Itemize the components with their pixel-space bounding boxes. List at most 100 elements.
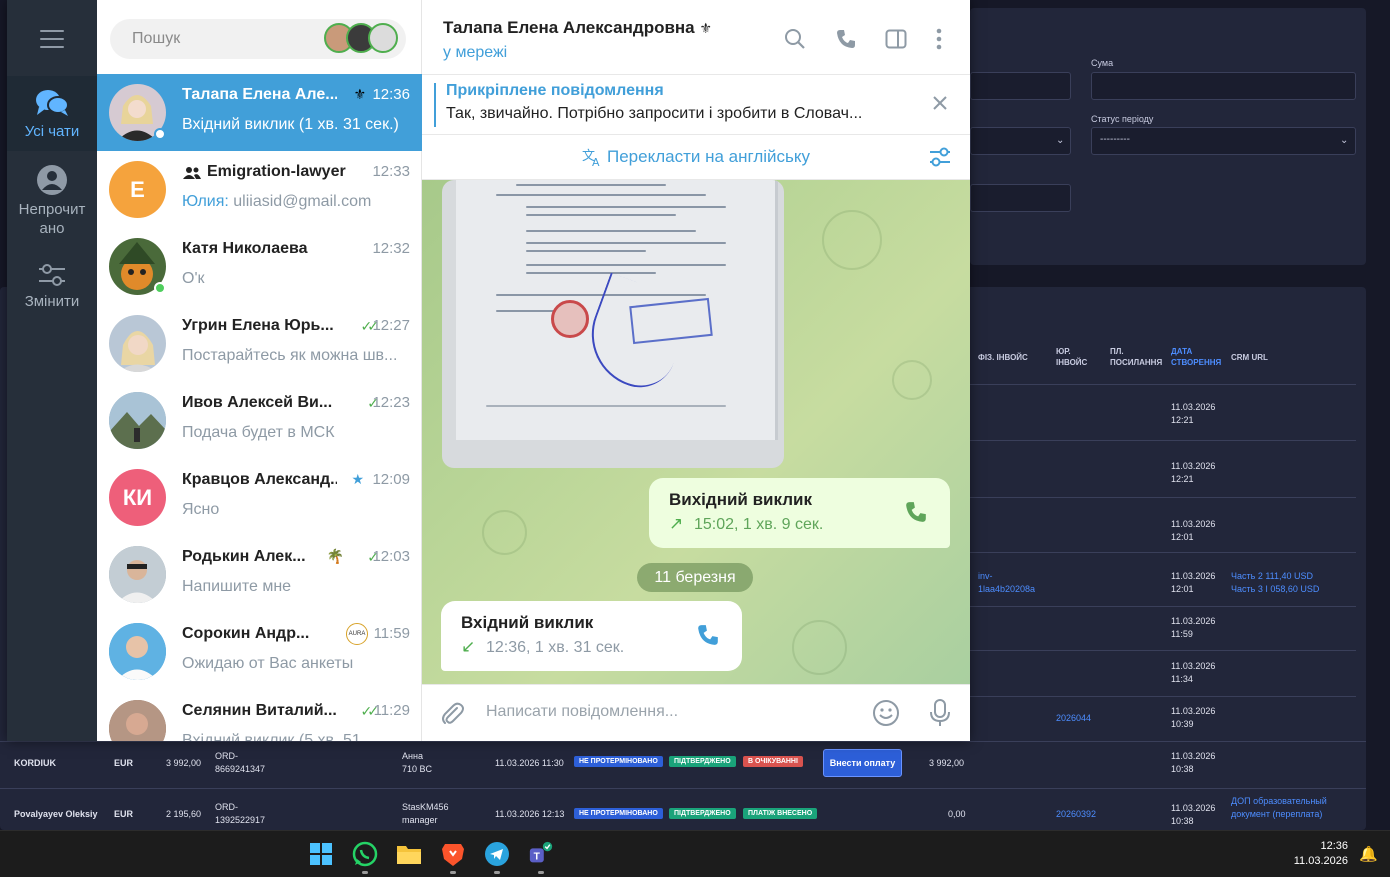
phys-invoice-link[interactable]: inv- 1laa4b20208a (978, 570, 1035, 596)
background-pattern (482, 510, 527, 555)
manager: StasKM456 manager (402, 802, 449, 825)
running-indicator (494, 871, 500, 874)
phone-icon[interactable] (696, 623, 720, 647)
hamburger-menu-icon[interactable] (40, 30, 64, 48)
outgoing-arrow-icon: ↗ (669, 514, 684, 533)
translate-label[interactable]: Перекласти на англійську (607, 147, 810, 167)
chat-item[interactable]: Катя Николаева 12:32 О'к (97, 228, 422, 305)
sum-input[interactable] (1091, 72, 1356, 100)
chat-item[interactable]: Сорокин Андр... AURA 11:59 Ожидаю от Вас… (97, 613, 422, 690)
paid-amount: 3 992,00 (929, 758, 965, 768)
chat-preview: Юлия: uliiasid@gmail.com (182, 193, 372, 210)
outgoing-call-message[interactable]: Вихідний виклик ↗ 15:02, 1 хв. 9 сек. (649, 478, 950, 548)
search-input[interactable]: Пошук (110, 19, 406, 59)
filter-input-1[interactable] (970, 72, 1071, 100)
chat-item[interactable]: КИ Кравцов Александ... ★ 12:09 Ясно (97, 459, 422, 536)
chat-name: Кравцов Александ... (182, 471, 337, 488)
row-divider (0, 788, 1366, 789)
close-icon[interactable] (932, 95, 948, 111)
jur-invoice-link[interactable]: 2026044 (1056, 712, 1091, 725)
chat-preview: Напишите мне (182, 578, 292, 595)
telegram-icon[interactable] (484, 841, 510, 867)
online-indicator (154, 282, 166, 294)
folder-edit[interactable]: Змінити (7, 262, 97, 311)
system-clock[interactable]: 12:36 11.03.2026 (1294, 839, 1348, 869)
stories-avatars[interactable] (324, 23, 400, 55)
jur-invoice-link[interactable]: 20260392 (1056, 808, 1096, 821)
running-indicator (538, 871, 544, 874)
document-image (456, 180, 778, 440)
brave-icon[interactable] (440, 841, 466, 867)
created-date: 11.03.2026 11:59 (1171, 616, 1216, 639)
period-status-select[interactable]: --------- (1091, 127, 1356, 155)
make-payment-button[interactable]: Внести оплату (823, 749, 902, 777)
select-arrow-icon: ⌄ (1340, 135, 1349, 146)
phone-icon[interactable] (904, 500, 928, 524)
chat-time: 12:23 (372, 394, 410, 411)
document-photo-message[interactable] (442, 180, 784, 468)
whatsapp-icon[interactable] (352, 841, 378, 867)
order-datetime: 11.03.2026 11:30 (495, 758, 564, 768)
chat-name: Ивов Алексей Ви... (182, 394, 333, 411)
story-avatar[interactable] (368, 23, 398, 53)
created-date: 11.03.2026 10:39 (1171, 706, 1216, 729)
contact-name[interactable]: Талапа Елена Александровна ⚜ (443, 18, 712, 38)
translate-bar[interactable]: 文A Перекласти на англійську (422, 135, 970, 180)
amount: 3 992,00 (166, 758, 202, 768)
messages-area[interactable]: Вихідний виклик ↗ 15:02, 1 хв. 9 сек. 11… (422, 180, 970, 684)
group-icon (183, 167, 201, 179)
filter-input-2[interactable] (970, 184, 1071, 212)
paid-amount: 0,00 (948, 809, 966, 819)
call-title: Вхідний виклик (461, 613, 594, 632)
translate-settings-icon[interactable] (928, 146, 952, 168)
translate-icon: 文A (582, 149, 600, 167)
col-created-date[interactable]: ДАТА СТВОРЕННЯ (1171, 346, 1223, 368)
teams-icon[interactable]: T (528, 841, 554, 867)
person-photo-icon (109, 546, 166, 603)
palm-tree-icon: 🌴 (326, 548, 344, 564)
windows-start-icon[interactable] (308, 841, 334, 867)
folder-unread[interactable]: Непрочит ано (7, 164, 97, 238)
attach-icon[interactable] (440, 701, 464, 727)
file-explorer-icon[interactable] (396, 841, 422, 867)
read-ticks-icon: ✓✓ (360, 703, 380, 719)
order-datetime: 11.03.2026 12:13 (495, 809, 565, 819)
pinned-message-bar[interactable]: Прикріплене повідомлення Так, звичайно. … (422, 75, 970, 135)
microphone-icon[interactable] (929, 698, 951, 728)
chat-name: Угрин Елена Юрь... (182, 317, 334, 334)
currency: EUR (114, 809, 134, 819)
message-input[interactable]: Написати повідомлення... (486, 703, 678, 721)
pinned-text: Так, звичайно. Потрібно запросити і зроб… (446, 105, 863, 122)
chat-time: 11:29 (373, 702, 410, 719)
chat-time: 12:27 (372, 317, 410, 334)
incoming-call-message[interactable]: Вхідний виклик ↙ 12:36, 1 хв. 31 сек. (441, 601, 742, 671)
crm-parts-link[interactable]: Часть 2 111,40 USD Часть 3 I 058,60 USD (1231, 570, 1319, 596)
chat-item[interactable]: Селянин Виталий... ✓✓ 11:29 Вхідний викл… (97, 690, 422, 741)
notification-bell-icon[interactable]: 🔔 (1359, 845, 1378, 863)
chat-item[interactable]: Талапа Елена Але... ⚜ 12:36 Вхідний викл… (97, 74, 422, 151)
signature (576, 272, 696, 398)
chat-time: 12:09 (372, 471, 410, 488)
svg-text:A: A (592, 156, 600, 167)
call-info: 12:36, 1 хв. 31 сек. (486, 639, 625, 656)
folder-all-chats-label: Усі чати (24, 123, 80, 140)
chat-item[interactable]: Родькин Алек... 🌴 ✓ 12:03 Напишите мне (97, 536, 422, 613)
folder-all-chats[interactable]: Усі чати (7, 76, 97, 151)
emoji-icon[interactable] (872, 699, 900, 727)
crm-url-link[interactable]: ДОП образовательный документ (переплата) (1231, 795, 1327, 821)
more-options-icon[interactable] (934, 28, 944, 50)
sidebar-toggle-icon[interactable] (885, 28, 907, 50)
person-photo-icon (109, 623, 166, 680)
chat-item[interactable]: E Emigration-lawyer 12:33 Юлия: uliiasid… (97, 151, 422, 228)
clock-date: 11.03.2026 (1293, 855, 1348, 867)
telegram-window: Усі чати Непрочит ано Змінити Пошук Тала… (7, 0, 970, 741)
online-indicator (154, 128, 166, 140)
chat-name: Родькин Алек... (182, 548, 306, 565)
phone-icon[interactable] (835, 28, 857, 50)
status-badge: НЕ ПРОТЕРМІНОВАНО (574, 756, 663, 767)
chat-item[interactable]: Угрин Елена Юрь... ✓✓ 12:27 Постарайтесь… (97, 305, 422, 382)
aura-logo-icon: AURA (346, 623, 368, 645)
search-icon[interactable] (784, 28, 806, 50)
chat-item[interactable]: Ивов Алексей Ви... ✓ 12:23 Подача будет … (97, 382, 422, 459)
created-date: 11.03.2026 12:01 (1171, 571, 1216, 594)
